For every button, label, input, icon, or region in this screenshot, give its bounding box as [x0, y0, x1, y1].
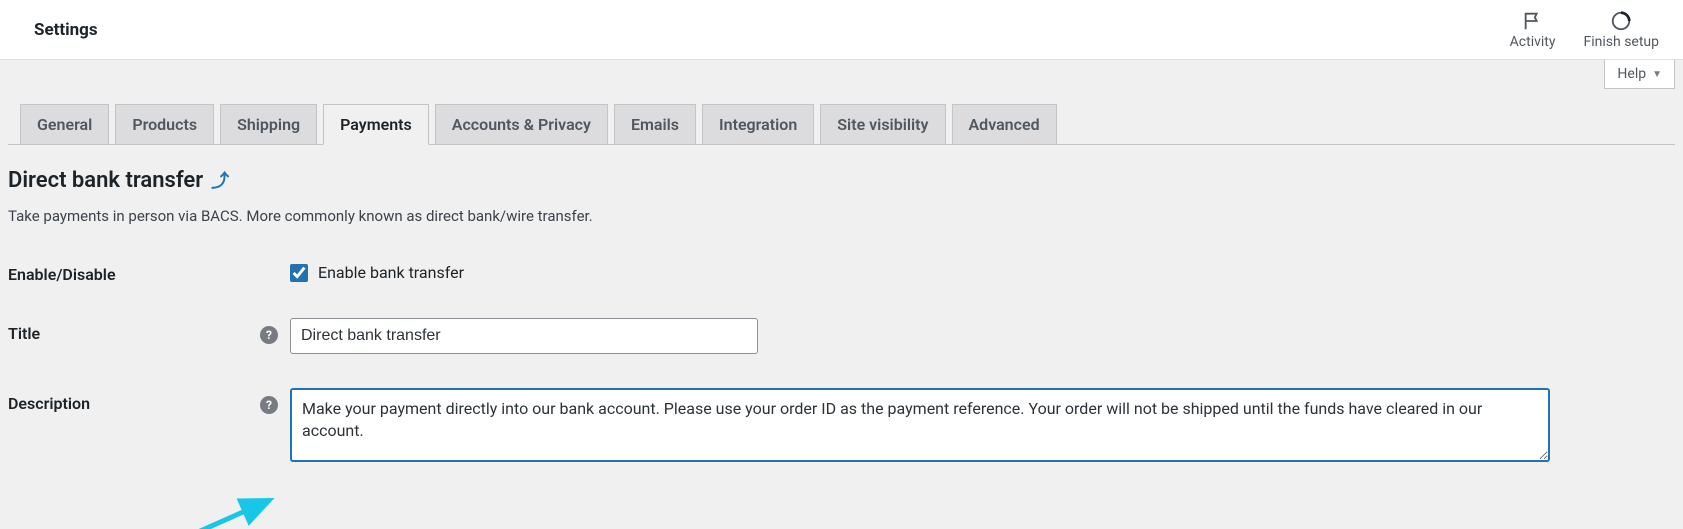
form-table: Enable/Disable Enable bank transfer Titl…: [8, 259, 1675, 462]
flag-icon: [1522, 10, 1544, 32]
top-bar-actions: Activity Finish setup: [1510, 10, 1659, 50]
enable-checkbox[interactable]: [290, 264, 308, 282]
activity-button[interactable]: Activity: [1510, 10, 1556, 50]
top-bar: Settings Activity Finish setup: [0, 0, 1683, 60]
enable-label: Enable/Disable: [8, 265, 116, 284]
title-label: Title: [8, 324, 40, 343]
body-area: Help ▼ GeneralProductsShippingPaymentsAc…: [0, 60, 1683, 462]
form-row-title: Title ?: [8, 318, 1675, 354]
section-description: Take payments in person via BACS. More c…: [8, 207, 1675, 225]
description-label: Description: [8, 394, 90, 413]
chevron-down-icon: ▼: [1652, 69, 1662, 80]
tab-accounts-privacy[interactable]: Accounts & Privacy: [435, 104, 608, 144]
progress-circle-icon: [1610, 10, 1632, 32]
help-tip-icon[interactable]: ?: [260, 326, 278, 344]
tab-site-visibility[interactable]: Site visibility: [820, 104, 945, 144]
finish-setup-label: Finish setup: [1584, 34, 1660, 50]
settings-tabs: GeneralProductsShippingPaymentsAccounts …: [8, 60, 1675, 145]
help-tip-icon[interactable]: ?: [260, 396, 278, 414]
finish-setup-button[interactable]: Finish setup: [1584, 10, 1660, 50]
annotation-arrow: [170, 490, 290, 529]
help-label: Help: [1617, 66, 1646, 82]
tab-integration[interactable]: Integration: [702, 104, 814, 144]
enable-checkbox-label: Enable bank transfer: [318, 263, 464, 282]
tab-products[interactable]: Products: [115, 104, 214, 144]
enable-checkbox-wrap[interactable]: Enable bank transfer: [290, 259, 464, 282]
form-row-enable: Enable/Disable Enable bank transfer: [8, 259, 1675, 284]
help-wrap: Help ▼: [1604, 60, 1675, 89]
tab-emails[interactable]: Emails: [614, 104, 696, 144]
tab-advanced[interactable]: Advanced: [952, 104, 1057, 144]
back-link-icon[interactable]: ⤴: [211, 167, 229, 193]
help-dropdown[interactable]: Help ▼: [1604, 60, 1675, 89]
page-title: Settings: [34, 20, 98, 40]
form-row-description: Description ?: [8, 388, 1675, 462]
tab-payments[interactable]: Payments: [323, 104, 429, 145]
tab-general[interactable]: General: [20, 104, 109, 144]
section-heading-text: Direct bank transfer: [8, 168, 203, 193]
description-textarea[interactable]: [290, 388, 1550, 462]
section-heading: Direct bank transfer ⤴: [8, 167, 1675, 193]
activity-label: Activity: [1510, 34, 1556, 50]
title-input[interactable]: [290, 318, 758, 354]
tab-shipping[interactable]: Shipping: [220, 104, 317, 144]
section: Direct bank transfer ⤴ Take payments in …: [8, 145, 1675, 462]
